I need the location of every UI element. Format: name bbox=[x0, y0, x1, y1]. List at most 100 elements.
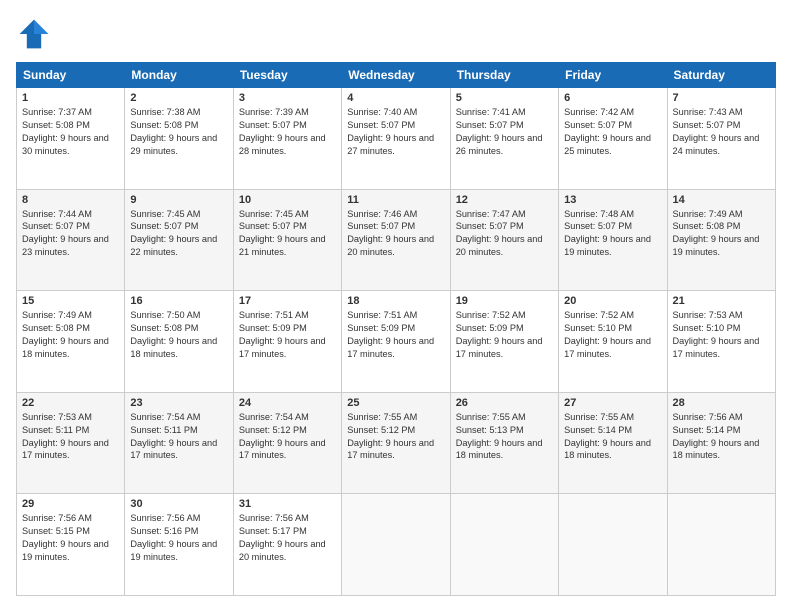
day-info: Sunrise: 7:56 AMSunset: 5:16 PMDaylight:… bbox=[130, 512, 227, 564]
day-number: 16 bbox=[130, 295, 227, 307]
weekday-tuesday: Tuesday bbox=[233, 63, 341, 88]
day-number: 15 bbox=[22, 295, 119, 307]
day-cell: 21Sunrise: 7:53 AMSunset: 5:10 PMDayligh… bbox=[667, 291, 775, 393]
week-row-2: 8Sunrise: 7:44 AMSunset: 5:07 PMDaylight… bbox=[17, 189, 776, 291]
day-info: Sunrise: 7:48 AMSunset: 5:07 PMDaylight:… bbox=[564, 208, 661, 260]
day-info: Sunrise: 7:45 AMSunset: 5:07 PMDaylight:… bbox=[239, 208, 336, 260]
day-number: 19 bbox=[456, 295, 553, 307]
day-info: Sunrise: 7:40 AMSunset: 5:07 PMDaylight:… bbox=[347, 106, 444, 158]
calendar-page: SundayMondayTuesdayWednesdayThursdayFrid… bbox=[0, 0, 792, 612]
weekday-monday: Monday bbox=[125, 63, 233, 88]
day-number: 23 bbox=[130, 397, 227, 409]
day-number: 29 bbox=[22, 498, 119, 510]
day-number: 2 bbox=[130, 92, 227, 104]
day-cell: 25 Sunrise: 7:55 AMSunset: 5:12 PMDayligh… bbox=[342, 392, 450, 494]
day-number: 12 bbox=[456, 194, 553, 206]
day-cell bbox=[450, 494, 558, 596]
day-info: Sunrise: 7:55 AMSunset: 5:13 PMDaylight:… bbox=[456, 411, 553, 463]
day-info: Sunrise: 7:47 AMSunset: 5:07 PMDaylight:… bbox=[456, 208, 553, 260]
day-info: Sunrise: 7:37 AMSunset: 5:08 PMDaylight:… bbox=[22, 106, 119, 158]
day-number: 5 bbox=[456, 92, 553, 104]
day-info: Sunrise: 7:55 AMSunset: 5:12 PMDaylight:… bbox=[347, 411, 444, 463]
day-number: 27 bbox=[564, 397, 661, 409]
weekday-thursday: Thursday bbox=[450, 63, 558, 88]
day-cell: 13 Sunrise: 7:48 AMSunset: 5:07 PMDayligh… bbox=[559, 189, 667, 291]
day-cell: 14 Sunrise: 7:49 AMSunset: 5:08 PMDayligh… bbox=[667, 189, 775, 291]
calendar-table: SundayMondayTuesdayWednesdayThursdayFrid… bbox=[16, 62, 776, 596]
day-number: 18 bbox=[347, 295, 444, 307]
day-cell: 29 Sunrise: 7:56 AMSunset: 5:15 PMDayligh… bbox=[17, 494, 125, 596]
day-info: Sunrise: 7:56 AMSunset: 5:15 PMDaylight:… bbox=[22, 512, 119, 564]
day-number: 25 bbox=[347, 397, 444, 409]
day-info: Sunrise: 7:42 AMSunset: 5:07 PMDaylight:… bbox=[564, 106, 661, 158]
day-info: Sunrise: 7:43 AMSunset: 5:07 PMDaylight:… bbox=[673, 106, 770, 158]
calendar-header: SundayMondayTuesdayWednesdayThursdayFrid… bbox=[17, 63, 776, 88]
day-number: 31 bbox=[239, 498, 336, 510]
day-cell: 15 Sunrise: 7:49 AMSunset: 5:08 PMDayligh… bbox=[17, 291, 125, 393]
day-number: 17 bbox=[239, 295, 336, 307]
day-cell: 18 Sunrise: 7:51 AMSunset: 5:09 PMDayligh… bbox=[342, 291, 450, 393]
day-cell: 26 Sunrise: 7:55 AMSunset: 5:13 PMDayligh… bbox=[450, 392, 558, 494]
day-cell: 4 Sunrise: 7:40 AMSunset: 5:07 PMDaylight… bbox=[342, 88, 450, 190]
day-info: Sunrise: 7:49 AMSunset: 5:08 PMDaylight:… bbox=[22, 309, 119, 361]
day-cell: 1 Sunrise: 7:37 AMSunset: 5:08 PMDaylight… bbox=[17, 88, 125, 190]
day-info: Sunrise: 7:55 AMSunset: 5:14 PMDaylight:… bbox=[564, 411, 661, 463]
day-cell bbox=[559, 494, 667, 596]
day-info: Sunrise: 7:46 AMSunset: 5:07 PMDaylight:… bbox=[347, 208, 444, 260]
day-info: Sunrise: 7:45 AMSunset: 5:07 PMDaylight:… bbox=[130, 208, 227, 260]
day-number: 22 bbox=[22, 397, 119, 409]
day-info: Sunrise: 7:53 AMSunset: 5:11 PMDaylight:… bbox=[22, 411, 119, 463]
day-info: Sunrise: 7:51 AMSunset: 5:09 PMDaylight:… bbox=[347, 309, 444, 361]
week-row-3: 15 Sunrise: 7:49 AMSunset: 5:08 PMDayligh… bbox=[17, 291, 776, 393]
week-row-5: 29 Sunrise: 7:56 AMSunset: 5:15 PMDayligh… bbox=[17, 494, 776, 596]
day-cell: 17 Sunrise: 7:51 AMSunset: 5:09 PMDayligh… bbox=[233, 291, 341, 393]
day-number: 1 bbox=[22, 92, 119, 104]
day-number: 21 bbox=[673, 295, 770, 307]
day-info: Sunrise: 7:49 AMSunset: 5:08 PMDaylight:… bbox=[673, 208, 770, 260]
header bbox=[16, 16, 776, 52]
day-cell: 16 Sunrise: 7:50 AMSunset: 5:08 PMDayligh… bbox=[125, 291, 233, 393]
logo bbox=[16, 16, 56, 52]
day-info: Sunrise: 7:56 AMSunset: 5:14 PMDaylight:… bbox=[673, 411, 770, 463]
day-info: Sunrise: 7:54 AMSunset: 5:12 PMDaylight:… bbox=[239, 411, 336, 463]
day-number: 14 bbox=[673, 194, 770, 206]
day-info: Sunrise: 7:54 AMSunset: 5:11 PMDaylight:… bbox=[130, 411, 227, 463]
day-number: 11 bbox=[347, 194, 444, 206]
day-cell: 5 Sunrise: 7:41 AMSunset: 5:07 PMDaylight… bbox=[450, 88, 558, 190]
day-number: 26 bbox=[456, 397, 553, 409]
day-cell: 2 Sunrise: 7:38 AMSunset: 5:08 PMDaylight… bbox=[125, 88, 233, 190]
day-info: Sunrise: 7:39 AMSunset: 5:07 PMDaylight:… bbox=[239, 106, 336, 158]
day-number: 20 bbox=[564, 295, 661, 307]
day-cell: 11 Sunrise: 7:46 AMSunset: 5:07 PMDayligh… bbox=[342, 189, 450, 291]
day-info: Sunrise: 7:44 AMSunset: 5:07 PMDaylight:… bbox=[22, 208, 119, 260]
weekday-wednesday: Wednesday bbox=[342, 63, 450, 88]
day-cell: 6 Sunrise: 7:42 AMSunset: 5:07 PMDaylight… bbox=[559, 88, 667, 190]
day-number: 4 bbox=[347, 92, 444, 104]
day-info: Sunrise: 7:52 AMSunset: 5:10 PMDaylight:… bbox=[564, 309, 661, 361]
day-info: Sunrise: 7:51 AMSunset: 5:09 PMDaylight:… bbox=[239, 309, 336, 361]
day-number: 7 bbox=[673, 92, 770, 104]
day-cell: 30Sunrise: 7:56 AMSunset: 5:16 PMDayligh… bbox=[125, 494, 233, 596]
weekday-friday: Friday bbox=[559, 63, 667, 88]
week-row-1: 1 Sunrise: 7:37 AMSunset: 5:08 PMDaylight… bbox=[17, 88, 776, 190]
day-number: 9 bbox=[130, 194, 227, 206]
day-cell: 3 Sunrise: 7:39 AMSunset: 5:07 PMDaylight… bbox=[233, 88, 341, 190]
logo-icon bbox=[16, 16, 52, 52]
day-number: 6 bbox=[564, 92, 661, 104]
week-row-4: 22 Sunrise: 7:53 AMSunset: 5:11 PMDayligh… bbox=[17, 392, 776, 494]
day-number: 3 bbox=[239, 92, 336, 104]
day-info: Sunrise: 7:38 AMSunset: 5:08 PMDaylight:… bbox=[130, 106, 227, 158]
weekday-header-row: SundayMondayTuesdayWednesdayThursdayFrid… bbox=[17, 63, 776, 88]
calendar-body: 1 Sunrise: 7:37 AMSunset: 5:08 PMDaylight… bbox=[17, 88, 776, 596]
day-number: 13 bbox=[564, 194, 661, 206]
weekday-sunday: Sunday bbox=[17, 63, 125, 88]
day-info: Sunrise: 7:56 AMSunset: 5:17 PMDaylight:… bbox=[239, 512, 336, 564]
weekday-saturday: Saturday bbox=[667, 63, 775, 88]
day-cell: 24Sunrise: 7:54 AMSunset: 5:12 PMDayligh… bbox=[233, 392, 341, 494]
day-cell: 27 Sunrise: 7:55 AMSunset: 5:14 PMDayligh… bbox=[559, 392, 667, 494]
day-info: Sunrise: 7:41 AMSunset: 5:07 PMDaylight:… bbox=[456, 106, 553, 158]
day-info: Sunrise: 7:50 AMSunset: 5:08 PMDaylight:… bbox=[130, 309, 227, 361]
day-cell bbox=[342, 494, 450, 596]
day-cell: 9 Sunrise: 7:45 AMSunset: 5:07 PMDaylight… bbox=[125, 189, 233, 291]
day-info: Sunrise: 7:52 AMSunset: 5:09 PMDaylight:… bbox=[456, 309, 553, 361]
